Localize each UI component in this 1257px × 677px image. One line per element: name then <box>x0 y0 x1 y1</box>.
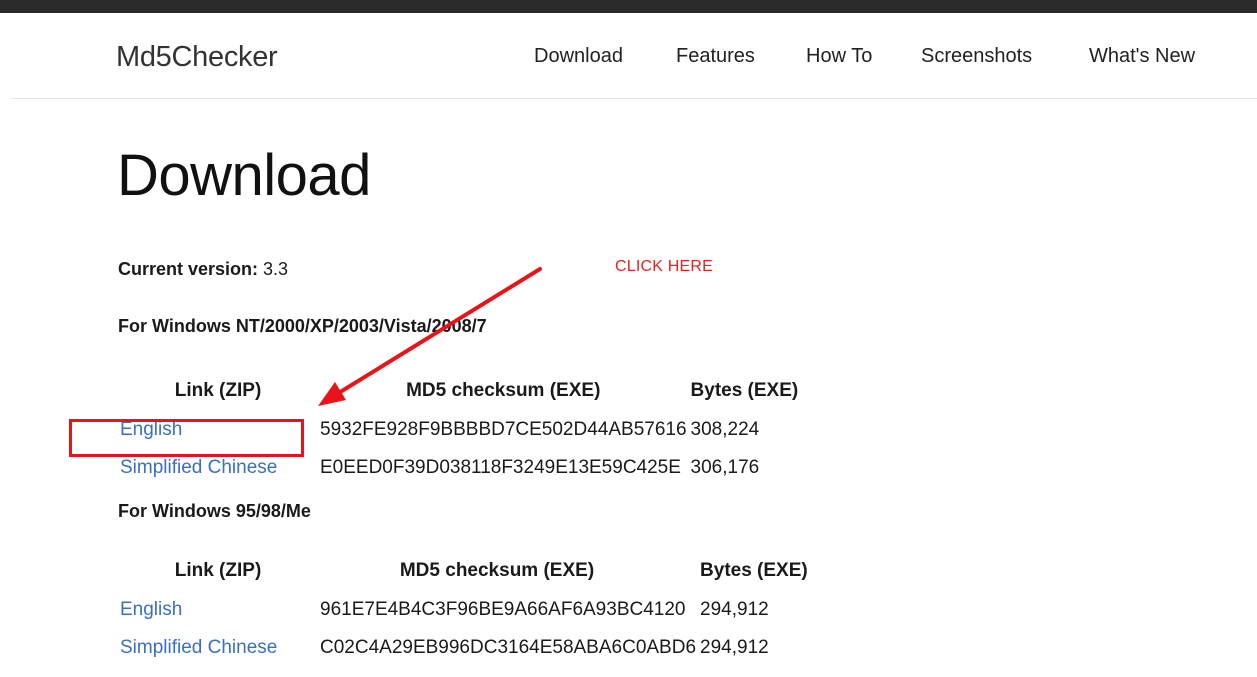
md5-checksum: C02C4A29EB996DC3164E58ABA6C0ABD6 <box>320 637 697 658</box>
nav-link-screenshots[interactable]: Screenshots <box>921 45 1032 68</box>
md5-checksum: 5932FE928F9BBBBD7CE502D44AB57616 <box>320 419 687 440</box>
top-bar <box>0 0 1257 13</box>
section-heading-nt: For Windows NT/2000/XP/2003/Vista/2008/7 <box>118 316 487 336</box>
nav-link-download[interactable]: Download <box>534 45 623 68</box>
column-header-bytes: Bytes (EXE) <box>690 380 799 401</box>
md5-checksum: E0EED0F39D038118F3249E13E59C425E <box>320 457 681 478</box>
column-header-md5: MD5 checksum (EXE) <box>406 380 601 401</box>
file-bytes: 308,224 <box>690 419 760 440</box>
current-version: Current version: 3.3 <box>118 259 288 280</box>
table-header-row: Link (ZIP) MD5 checksum (EXE) Bytes (EXE… <box>118 371 800 411</box>
nav-link-features[interactable]: Features <box>676 45 755 68</box>
nav-link-whats-new[interactable]: What's New <box>1089 45 1195 68</box>
column-header-link: Link (ZIP) <box>174 560 262 581</box>
annotation-click-here-text: CLICK HERE <box>615 258 714 275</box>
file-bytes: 294,912 <box>700 599 769 620</box>
file-bytes: 306,176 <box>690 457 760 478</box>
section-heading-9x: For Windows 95/98/Me <box>118 501 311 521</box>
annotation-highlight-box <box>69 419 304 457</box>
version-value: 3.3 <box>263 259 289 279</box>
download-table-9x: Link (ZIP) MD5 checksum (EXE) Bytes (EXE… <box>118 551 810 667</box>
table-row: Simplified Chinese C02C4A29EB996DC3164E5… <box>118 629 810 667</box>
column-header-link: Link (ZIP) <box>174 380 262 401</box>
column-header-bytes: Bytes (EXE) <box>700 560 808 581</box>
download-link-english[interactable]: English <box>120 599 182 620</box>
md5-checksum: 961E7E4B4C3F96BE9A66AF6A93BC4120 <box>320 599 686 620</box>
table-header-row: Link (ZIP) MD5 checksum (EXE) Bytes (EXE… <box>118 551 810 591</box>
download-link-simplified-chinese[interactable]: Simplified Chinese <box>120 637 277 658</box>
version-label: Current version: <box>118 259 259 279</box>
page-title: Download <box>117 143 371 208</box>
navbar: Md5Checker Download Features How To Scre… <box>11 13 1257 99</box>
nav-links: Download Features How To Screenshots Wha… <box>11 45 1257 69</box>
column-header-md5: MD5 checksum (EXE) <box>399 560 595 581</box>
download-link-simplified-chinese[interactable]: Simplified Chinese <box>120 457 277 478</box>
table-row: English 961E7E4B4C3F96BE9A66AF6A93BC4120… <box>118 591 810 629</box>
nav-link-how-to[interactable]: How To <box>806 45 872 68</box>
file-bytes: 294,912 <box>700 637 769 658</box>
